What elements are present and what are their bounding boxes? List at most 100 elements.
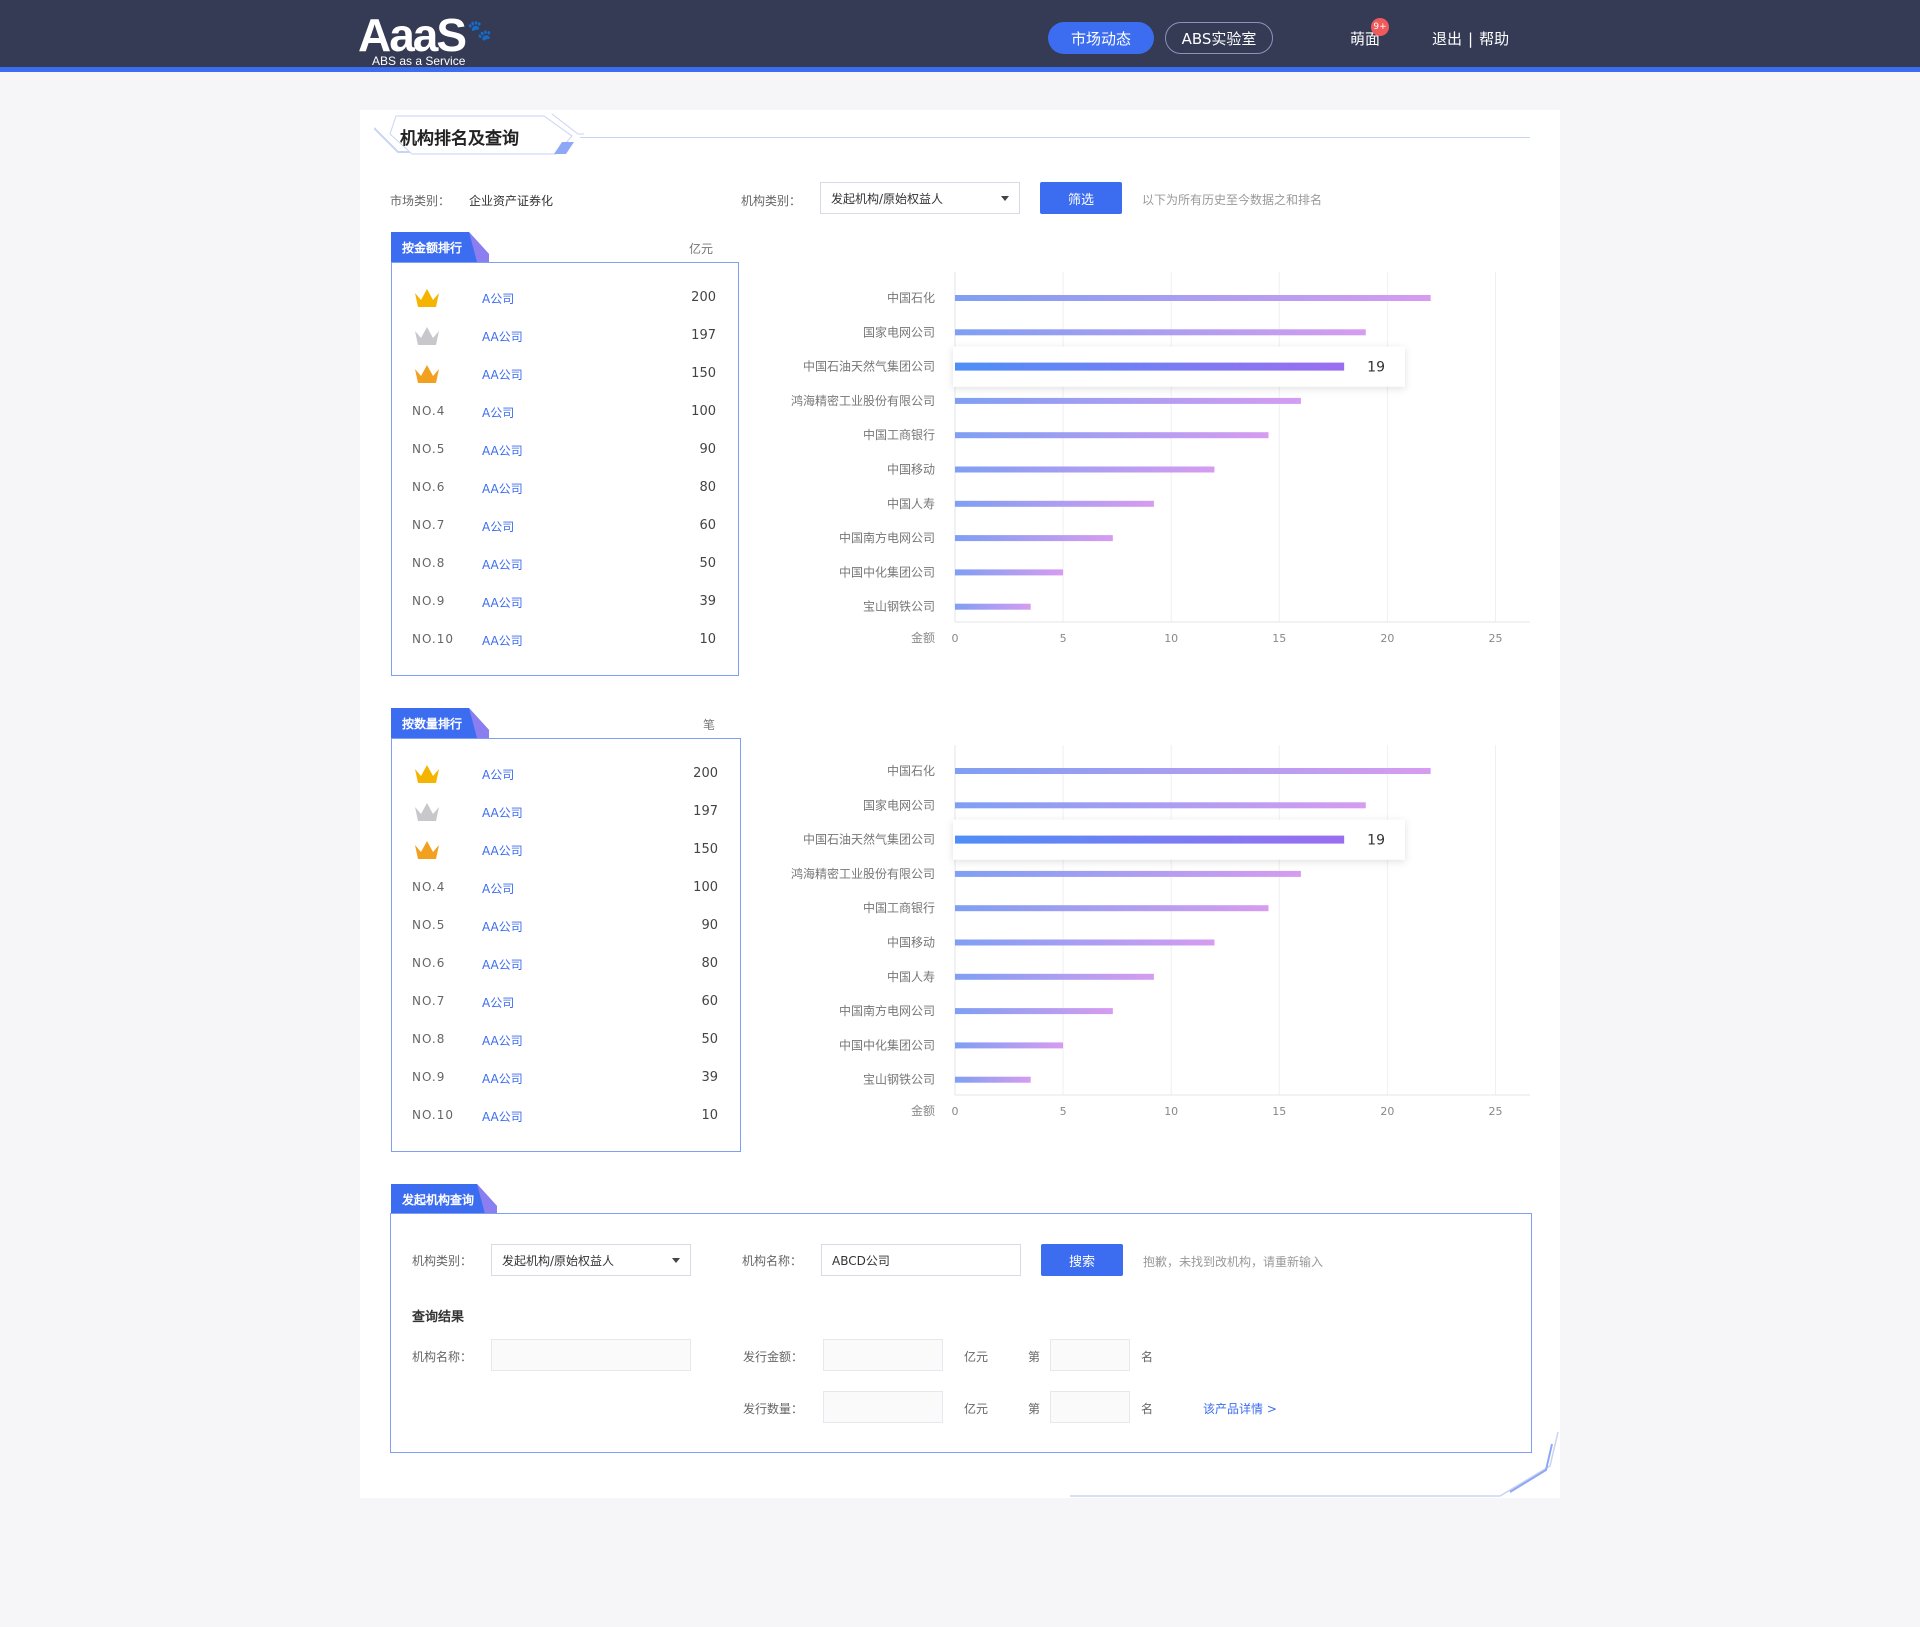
ranking-row[interactable]: NO.7 A公司 60	[392, 507, 738, 545]
bar[interactable]	[955, 973, 1154, 980]
ranking-row[interactable]: NO.10 AA公司 10	[392, 621, 738, 659]
bar[interactable]	[955, 1008, 1113, 1015]
company-name-link[interactable]: AA公司	[482, 328, 523, 345]
y-category-label: 中国南方电网公司	[839, 1003, 935, 1018]
rank-number: NO.6	[412, 480, 446, 494]
ranking-row[interactable]: A公司 200	[392, 755, 740, 793]
bar[interactable]	[955, 939, 1215, 946]
company-name-link[interactable]: AA公司	[482, 842, 523, 859]
company-name-link[interactable]: AA公司	[482, 556, 523, 573]
bar[interactable]	[955, 835, 1345, 844]
ranking-row[interactable]: NO.4 A公司 100	[392, 869, 740, 907]
bar[interactable]	[955, 603, 1031, 610]
ranking-row[interactable]: NO.9 AA公司 39	[392, 583, 738, 621]
bar[interactable]	[955, 362, 1345, 371]
rank-value: 100	[691, 404, 716, 419]
ranking-row[interactable]: AA公司 197	[392, 793, 740, 831]
company-name-link[interactable]: A公司	[482, 290, 514, 307]
company-name-link[interactable]: AA公司	[482, 632, 523, 649]
bar[interactable]	[955, 500, 1154, 507]
query-org-type-select[interactable]: 发起机构/原始权益人	[491, 1244, 691, 1276]
ranking-row[interactable]: AA公司 150	[392, 355, 738, 393]
company-name-link[interactable]: AA公司	[482, 594, 523, 611]
bar[interactable]	[955, 329, 1366, 336]
search-button[interactable]: 搜索	[1041, 1244, 1123, 1276]
y-category-label: 中国移动	[887, 462, 935, 477]
filter-button[interactable]: 筛选	[1040, 182, 1122, 214]
bar[interactable]	[955, 905, 1269, 912]
y-category-label: 中国工商银行	[863, 427, 935, 442]
company-name-link[interactable]: AA公司	[482, 1070, 523, 1087]
rank-value: 50	[701, 1032, 718, 1047]
org-type-select[interactable]: 发起机构/原始权益人	[820, 182, 1020, 214]
amount-bar-chart: 0 5 10 15 20 25 金额 中国石化国家电网公司中国石油天然气集团公司 19 鸿海精密工…	[791, 272, 1530, 645]
company-name-link[interactable]: AA公司	[482, 1032, 523, 1049]
org-type-label: 机构类别：	[741, 194, 802, 208]
issue-count-rank-field	[1050, 1391, 1130, 1423]
filter-hint: 以下为所有历史至今数据之和排名	[1142, 193, 1323, 207]
company-name-link[interactable]: AA公司	[482, 1108, 523, 1125]
bar[interactable]	[955, 466, 1215, 473]
ranking-row[interactable]: A公司 200	[392, 279, 738, 317]
rank-value: 80	[699, 480, 716, 495]
ranking-row[interactable]: NO.8 AA公司 50	[392, 545, 738, 583]
y-category-label: 国家电网公司	[863, 797, 935, 812]
bar[interactable]	[955, 397, 1301, 404]
rank-value: 200	[691, 290, 716, 305]
nav-abs-lab[interactable]: ABS实验室	[1165, 22, 1273, 54]
ranking-row[interactable]: AA公司 197	[392, 317, 738, 355]
org-query-tab-label: 发起机构查询	[402, 1192, 475, 1207]
org-query-tab[interactable]: 发起机构查询	[391, 1184, 497, 1214]
ranking-row[interactable]: NO.8 AA公司 50	[392, 1021, 740, 1059]
company-name-link[interactable]: AA公司	[482, 366, 523, 383]
bar[interactable]	[955, 569, 1064, 576]
bar[interactable]	[955, 432, 1269, 439]
rank-value: 197	[691, 328, 716, 343]
company-name-link[interactable]: A公司	[482, 994, 514, 1011]
result-org-name-label: 机构名称：	[412, 1350, 473, 1364]
corner-decoration	[1070, 1431, 1559, 1497]
bar[interactable]	[955, 768, 1431, 774]
company-name-link[interactable]: AA公司	[482, 480, 523, 497]
rank-value: 39	[701, 1070, 718, 1085]
nav-market-dynamics[interactable]: 市场动态	[1048, 22, 1154, 54]
company-name-link[interactable]: A公司	[482, 518, 514, 535]
rank-number: NO.7	[412, 518, 446, 532]
company-name-link[interactable]: A公司	[482, 880, 514, 897]
ranking-row[interactable]: NO.4 A公司 100	[392, 393, 738, 431]
issue-count-unit: 亿元	[964, 1402, 989, 1416]
rank-number: NO.8	[412, 556, 446, 570]
amount-ranking-tab-label: 按金额排行	[402, 240, 463, 255]
x-tick-label: 15	[1272, 1105, 1286, 1118]
company-name-link[interactable]: A公司	[482, 766, 514, 783]
ranking-row[interactable]: NO.10 AA公司 10	[392, 1097, 740, 1135]
crown-icon	[415, 765, 439, 783]
company-name-link[interactable]: AA公司	[482, 956, 523, 973]
company-name-link[interactable]: A公司	[482, 404, 514, 421]
logo-subtitle: ABS as a Service	[372, 54, 466, 68]
help-link[interactable]: 帮助	[1479, 28, 1509, 49]
company-name-link[interactable]: AA公司	[482, 804, 523, 821]
bar[interactable]	[955, 870, 1301, 877]
bar[interactable]	[955, 802, 1366, 809]
logout-link[interactable]: 退出	[1432, 28, 1462, 49]
crown-icon	[415, 841, 439, 859]
ranking-row[interactable]: NO.5 AA公司 90	[392, 431, 738, 469]
company-name-link[interactable]: AA公司	[482, 442, 523, 459]
amount-ranking-tab[interactable]: 按金额排行	[391, 232, 489, 262]
bar[interactable]	[955, 535, 1113, 542]
ranking-row[interactable]: NO.6 AA公司 80	[392, 469, 738, 507]
bar[interactable]	[955, 1042, 1064, 1049]
aaas-logo[interactable]: AaaS 🐾 ABS as a Service	[358, 8, 492, 68]
bar[interactable]	[955, 1076, 1031, 1083]
product-detail-link[interactable]: 该产品详情 >	[1203, 1400, 1277, 1417]
ranking-row[interactable]: AA公司 150	[392, 831, 740, 869]
query-org-name-input[interactable]: ABCD公司	[821, 1244, 1021, 1276]
ranking-row[interactable]: NO.9 AA公司 39	[392, 1059, 740, 1097]
company-name-link[interactable]: AA公司	[482, 918, 523, 935]
count-ranking-tab[interactable]: 按数量排行	[391, 708, 489, 738]
ranking-row[interactable]: NO.7 A公司 60	[392, 983, 740, 1021]
ranking-row[interactable]: NO.6 AA公司 80	[392, 945, 740, 983]
bar[interactable]	[955, 295, 1431, 301]
ranking-row[interactable]: NO.5 AA公司 90	[392, 907, 740, 945]
